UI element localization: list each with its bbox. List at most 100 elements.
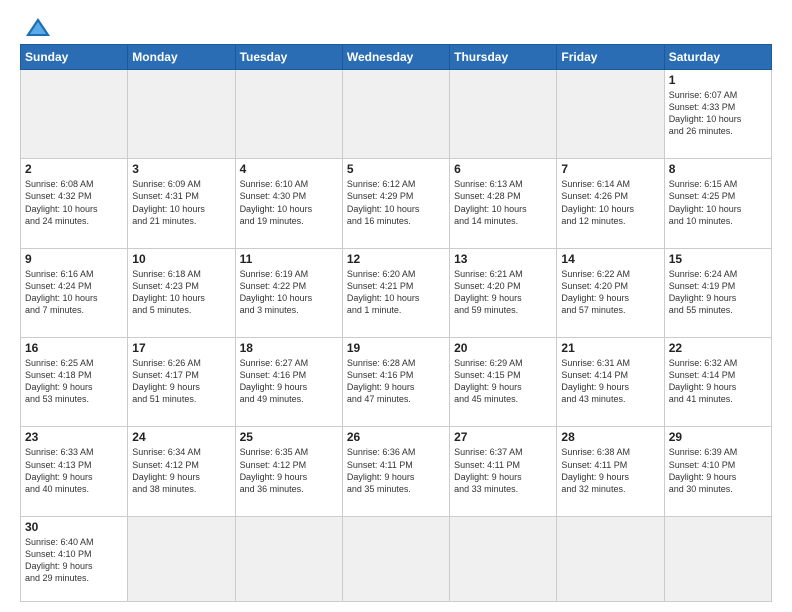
calendar-week-row: 2 Sunrise: 6:08 AM Sunset: 4:32 PM Daylig… (21, 159, 772, 248)
day-info: Sunrise: 6:38 AM Sunset: 4:11 PM Dayligh… (561, 446, 659, 495)
day-number: 29 (669, 430, 767, 444)
day-number: 27 (454, 430, 552, 444)
day-number: 7 (561, 162, 659, 176)
calendar-cell: 5Sunrise: 6:12 AM Sunset: 4:29 PM Daylig… (342, 159, 449, 248)
calendar-cell (342, 70, 449, 159)
day-number: 17 (132, 341, 230, 355)
day-number: 2 (25, 162, 123, 176)
logo-icon (24, 16, 52, 38)
calendar-week-row: 1 Sunrise: 6:07 AM Sunset: 4:33 PM Daylig… (21, 70, 772, 159)
calendar-cell (235, 516, 342, 601)
calendar-cell (235, 70, 342, 159)
day-info: Sunrise: 6:39 AM Sunset: 4:10 PM Dayligh… (669, 446, 767, 495)
day-info: Sunrise: 6:28 AM Sunset: 4:16 PM Dayligh… (347, 357, 445, 406)
calendar-cell (557, 70, 664, 159)
day-info: Sunrise: 6:25 AM Sunset: 4:18 PM Dayligh… (25, 357, 123, 406)
day-info: Sunrise: 6:09 AM Sunset: 4:31 PM Dayligh… (132, 178, 230, 227)
calendar-cell: 9Sunrise: 6:16 AM Sunset: 4:24 PM Daylig… (21, 248, 128, 337)
day-number: 26 (347, 430, 445, 444)
calendar-cell (450, 516, 557, 601)
day-info: Sunrise: 6:10 AM Sunset: 4:30 PM Dayligh… (240, 178, 338, 227)
day-number: 21 (561, 341, 659, 355)
calendar-cell (342, 516, 449, 601)
day-number: 11 (240, 252, 338, 266)
calendar-cell: 21 Sunrise: 6:31 AM Sunset: 4:14 PM Dayli… (557, 338, 664, 427)
day-number: 16 (25, 341, 123, 355)
logo-text (20, 16, 52, 38)
calendar-cell (128, 70, 235, 159)
calendar-header-thursday: Thursday (450, 45, 557, 70)
day-info: Sunrise: 6:31 AM Sunset: 4:14 PM Dayligh… (561, 357, 659, 406)
calendar-week-row: 16 Sunrise: 6:25 AM Sunset: 4:18 PM Dayli… (21, 338, 772, 427)
calendar-cell: 1 Sunrise: 6:07 AM Sunset: 4:33 PM Daylig… (664, 70, 771, 159)
day-number: 3 (132, 162, 230, 176)
day-info: Sunrise: 6:24 AM Sunset: 4:19 PM Dayligh… (669, 268, 767, 317)
day-info: Sunrise: 6:26 AM Sunset: 4:17 PM Dayligh… (132, 357, 230, 406)
day-info: Sunrise: 6:35 AM Sunset: 4:12 PM Dayligh… (240, 446, 338, 495)
calendar-header-wednesday: Wednesday (342, 45, 449, 70)
day-number: 13 (454, 252, 552, 266)
calendar-cell: 12 Sunrise: 6:20 AM Sunset: 4:21 PM Dayli… (342, 248, 449, 337)
day-number: 15 (669, 252, 767, 266)
day-info: Sunrise: 6:21 AM Sunset: 4:20 PM Dayligh… (454, 268, 552, 317)
day-number: 19 (347, 341, 445, 355)
day-number: 8 (669, 162, 767, 176)
calendar-cell: 17 Sunrise: 6:26 AM Sunset: 4:17 PM Dayli… (128, 338, 235, 427)
calendar-cell: 10 Sunrise: 6:18 AM Sunset: 4:23 PM Dayli… (128, 248, 235, 337)
day-number: 18 (240, 341, 338, 355)
calendar-header-tuesday: Tuesday (235, 45, 342, 70)
day-info: Sunrise: 6:12 AM Sunset: 4:29 PM Dayligh… (347, 178, 445, 227)
calendar-cell: 18 Sunrise: 6:27 AM Sunset: 4:16 PM Dayli… (235, 338, 342, 427)
day-info: Sunrise: 6:18 AM Sunset: 4:23 PM Dayligh… (132, 268, 230, 317)
day-info: Sunrise: 6:40 AM Sunset: 4:10 PM Dayligh… (25, 536, 123, 585)
day-info: Sunrise: 6:33 AM Sunset: 4:13 PM Dayligh… (25, 446, 123, 495)
day-info: Sunrise: 6:19 AM Sunset: 4:22 PM Dayligh… (240, 268, 338, 317)
calendar-cell: 30Sunrise: 6:40 AM Sunset: 4:10 PM Dayli… (21, 516, 128, 601)
calendar-week-row: 23 Sunrise: 6:33 AM Sunset: 4:13 PM Dayli… (21, 427, 772, 516)
day-number: 23 (25, 430, 123, 444)
calendar-cell: 16 Sunrise: 6:25 AM Sunset: 4:18 PM Dayli… (21, 338, 128, 427)
day-info: Sunrise: 6:16 AM Sunset: 4:24 PM Dayligh… (25, 268, 123, 317)
day-info: Sunrise: 6:15 AM Sunset: 4:25 PM Dayligh… (669, 178, 767, 227)
day-number: 10 (132, 252, 230, 266)
calendar-cell (557, 516, 664, 601)
day-info: Sunrise: 6:20 AM Sunset: 4:21 PM Dayligh… (347, 268, 445, 317)
calendar-cell: 24Sunrise: 6:34 AM Sunset: 4:12 PM Dayli… (128, 427, 235, 516)
day-info: Sunrise: 6:29 AM Sunset: 4:15 PM Dayligh… (454, 357, 552, 406)
day-info: Sunrise: 6:36 AM Sunset: 4:11 PM Dayligh… (347, 446, 445, 495)
day-info: Sunrise: 6:08 AM Sunset: 4:32 PM Dayligh… (25, 178, 123, 227)
calendar-cell: 15 Sunrise: 6:24 AM Sunset: 4:19 PM Dayli… (664, 248, 771, 337)
day-number: 1 (669, 73, 767, 87)
day-number: 25 (240, 430, 338, 444)
calendar-header-monday: Monday (128, 45, 235, 70)
day-info: Sunrise: 6:27 AM Sunset: 4:16 PM Dayligh… (240, 357, 338, 406)
header (20, 16, 772, 38)
calendar-header-row: SundayMondayTuesdayWednesdayThursdayFrid… (21, 45, 772, 70)
day-info: Sunrise: 6:07 AM Sunset: 4:33 PM Dayligh… (669, 89, 767, 138)
calendar-cell: 22Sunrise: 6:32 AM Sunset: 4:14 PM Dayli… (664, 338, 771, 427)
calendar-cell: 29 Sunrise: 6:39 AM Sunset: 4:10 PM Dayli… (664, 427, 771, 516)
day-number: 12 (347, 252, 445, 266)
day-info: Sunrise: 6:34 AM Sunset: 4:12 PM Dayligh… (132, 446, 230, 495)
day-number: 28 (561, 430, 659, 444)
calendar-cell: 26 Sunrise: 6:36 AM Sunset: 4:11 PM Dayli… (342, 427, 449, 516)
logo (20, 16, 52, 38)
day-number: 6 (454, 162, 552, 176)
day-info: Sunrise: 6:14 AM Sunset: 4:26 PM Dayligh… (561, 178, 659, 227)
day-number: 22 (669, 341, 767, 355)
day-info: Sunrise: 6:13 AM Sunset: 4:28 PM Dayligh… (454, 178, 552, 227)
calendar-cell: 4 Sunrise: 6:10 AM Sunset: 4:30 PM Daylig… (235, 159, 342, 248)
calendar-header-saturday: Saturday (664, 45, 771, 70)
calendar-cell (664, 516, 771, 601)
calendar-cell (450, 70, 557, 159)
calendar-week-row: 30Sunrise: 6:40 AM Sunset: 4:10 PM Dayli… (21, 516, 772, 601)
calendar-week-row: 9Sunrise: 6:16 AM Sunset: 4:24 PM Daylig… (21, 248, 772, 337)
calendar-cell: 7 Sunrise: 6:14 AM Sunset: 4:26 PM Daylig… (557, 159, 664, 248)
calendar-cell: 2 Sunrise: 6:08 AM Sunset: 4:32 PM Daylig… (21, 159, 128, 248)
calendar-cell: 23 Sunrise: 6:33 AM Sunset: 4:13 PM Dayli… (21, 427, 128, 516)
day-number: 20 (454, 341, 552, 355)
day-number: 4 (240, 162, 338, 176)
calendar-table: SundayMondayTuesdayWednesdayThursdayFrid… (20, 44, 772, 602)
calendar-cell: 8 Sunrise: 6:15 AM Sunset: 4:25 PM Daylig… (664, 159, 771, 248)
calendar-cell: 28 Sunrise: 6:38 AM Sunset: 4:11 PM Dayli… (557, 427, 664, 516)
